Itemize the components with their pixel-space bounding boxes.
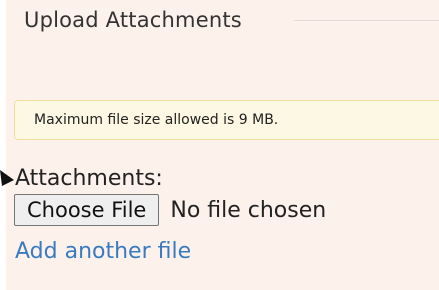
file-size-alert: Maximum file size allowed is 9 MB. bbox=[14, 100, 439, 140]
pointer-arrow-icon bbox=[0, 170, 14, 186]
file-status-text: No file chosen bbox=[170, 197, 327, 223]
attachments-label: Attachments: bbox=[15, 166, 163, 191]
file-input[interactable]: Choose File No file chosen bbox=[14, 194, 326, 226]
choose-file-button[interactable]: Choose File bbox=[14, 194, 160, 226]
fieldset-legend: Upload Attachments bbox=[24, 8, 242, 32]
alert-text: Maximum file size allowed is 9 MB. bbox=[34, 112, 279, 128]
fieldset-title: Upload Attachments bbox=[24, 8, 242, 32]
add-another-file-link[interactable]: Add another file bbox=[15, 239, 191, 264]
fieldset-divider bbox=[294, 20, 439, 21]
